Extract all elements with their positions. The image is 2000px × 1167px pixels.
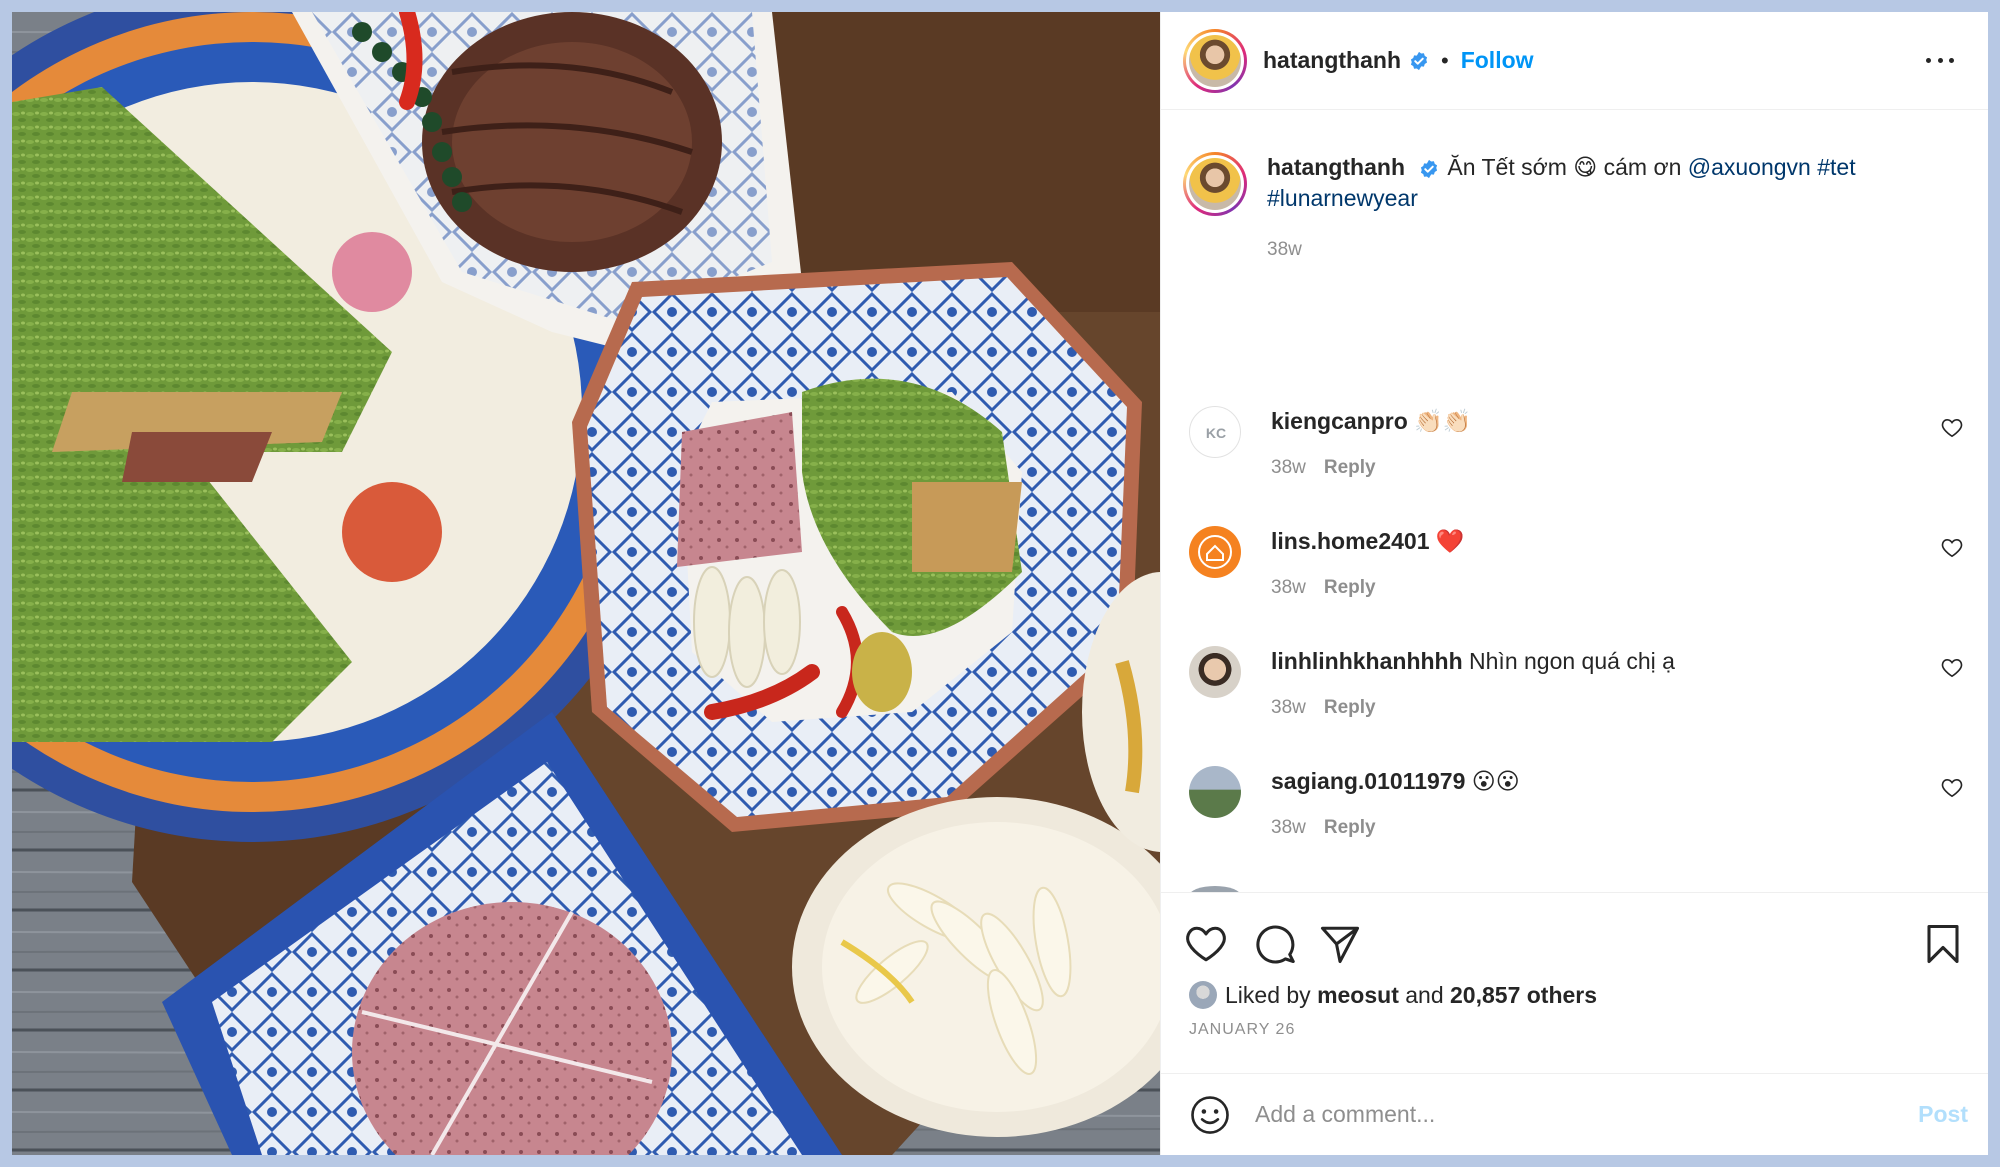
hashtag-link-lunarnewyear[interactable]: #lunarnewyear: [1267, 185, 1418, 211]
post-frame: hatangthanh • Follow hatangthanh Ăn Tết …: [12, 12, 1988, 1155]
caption-text-block: hatangthanh Ăn Tết sớm 😋 cám ơn @axuongv…: [1267, 152, 1947, 265]
commenter-avatar[interactable]: KC: [1189, 406, 1241, 458]
like-heart-icon[interactable]: [1185, 923, 1227, 965]
comment-text: 👏🏻👏🏻: [1414, 408, 1472, 434]
likes-prefix: Liked by: [1225, 981, 1311, 1008]
home-logo-icon: [1198, 535, 1232, 569]
caption-avatar[interactable]: [1183, 152, 1247, 216]
likes-count[interactable]: 20,857 others: [1450, 982, 1597, 1009]
caption-time: 38w: [1267, 239, 1302, 260]
post-header: hatangthanh • Follow: [1161, 12, 1988, 110]
author-username[interactable]: hatangthanh: [1263, 47, 1401, 74]
liker-avatar: [1189, 981, 1217, 1009]
post-comment-button[interactable]: Post: [1918, 1101, 1968, 1128]
caption-mention-link[interactable]: @axuongvn: [1688, 154, 1811, 180]
like-comment-heart-icon[interactable]: [1941, 538, 1963, 558]
caption-text-mid: cám ơn: [1597, 154, 1688, 180]
food-photo-illustration: [12, 12, 1160, 1155]
follow-button[interactable]: Follow: [1461, 47, 1534, 74]
comment-time: 38w: [1271, 817, 1306, 838]
verified-badge-icon: [1410, 51, 1428, 70]
comment-time: 38w: [1271, 577, 1306, 598]
post-caption: hatangthanh Ăn Tết sớm 😋 cám ơn @axuongv…: [1183, 152, 1963, 265]
comment-time: 38w: [1271, 457, 1306, 478]
reply-button[interactable]: Reply: [1324, 577, 1376, 598]
caption-emoji: 😋: [1573, 154, 1598, 180]
comment-text: 😮😮: [1471, 768, 1520, 794]
comment-item: sagiang.01011979 😮😮 38w Reply: [1183, 766, 1973, 876]
post-date: JANUARY 26: [1189, 1021, 1296, 1038]
like-comment-heart-icon[interactable]: [1941, 658, 1963, 678]
comment-username[interactable]: linhlinhkhanhhhh: [1271, 648, 1463, 674]
reply-button[interactable]: Reply: [1324, 697, 1376, 718]
verified-badge-icon: [1421, 159, 1438, 179]
comment-item: KC kiengcanpro 👏🏻👏🏻 38w Reply: [1183, 406, 1973, 516]
reply-button[interactable]: Reply: [1324, 817, 1376, 838]
comment-body: linhlinhkhanhhhh Nhìn ngon quá chị ạ 38w…: [1271, 646, 1891, 719]
commenter-avatar[interactable]: [1189, 766, 1241, 818]
likes-summary[interactable]: Liked by meosut and 20,857 others: [1189, 981, 1597, 1009]
comment-composer: Post: [1161, 1073, 1988, 1155]
emoji-smiley-icon[interactable]: [1189, 1094, 1231, 1136]
hashtag-link-tet[interactable]: #tet: [1817, 154, 1855, 180]
commenter-avatar[interactable]: [1189, 526, 1241, 578]
post-actions: Liked by meosut and 20,857 others JANUAR…: [1161, 892, 1988, 1042]
comment-item: linhlinhkhanhhhh Nhìn ngon quá chị ạ 38w…: [1183, 646, 1973, 756]
save-bookmark-icon[interactable]: [1922, 923, 1964, 965]
commenter-avatar[interactable]: [1189, 646, 1241, 698]
caption-avatar-image: [1189, 158, 1241, 210]
comment-time: 38w: [1271, 697, 1306, 718]
comment-username[interactable]: sagiang.01011979: [1271, 768, 1465, 794]
likes-conj: and: [1405, 981, 1444, 1008]
post-side-panel: hatangthanh • Follow hatangthanh Ăn Tết …: [1160, 12, 1988, 1155]
caption-username[interactable]: hatangthanh: [1267, 154, 1405, 180]
more-options-icon[interactable]: [1926, 50, 1954, 70]
kiengcan-logo-icon: KC: [1206, 425, 1226, 441]
comment-text: ❤️: [1435, 528, 1465, 554]
liker-username[interactable]: meosut: [1317, 982, 1399, 1009]
comment-item: lins.home2401 ❤️ 38w Reply: [1183, 526, 1973, 636]
comment-text: Nhìn ngon quá chị ạ: [1469, 648, 1675, 674]
like-comment-heart-icon[interactable]: [1941, 418, 1963, 438]
share-paper-plane-icon[interactable]: [1319, 923, 1361, 965]
author-avatar[interactable]: [1183, 28, 1247, 93]
author-avatar-image: [1189, 34, 1241, 87]
comment-username[interactable]: lins.home2401: [1271, 528, 1430, 554]
comment-body: sagiang.01011979 😮😮 38w Reply: [1271, 766, 1891, 839]
add-comment-input[interactable]: [1255, 1094, 1895, 1135]
caption-text: Ăn Tết sớm: [1447, 154, 1574, 180]
like-comment-heart-icon[interactable]: [1941, 778, 1963, 798]
svg-text:KC: KC: [1206, 425, 1226, 441]
comment-body: lins.home2401 ❤️ 38w Reply: [1271, 526, 1891, 599]
comment-body: kiengcanpro 👏🏻👏🏻 38w Reply: [1271, 406, 1891, 479]
comment-bubble-icon[interactable]: [1253, 923, 1295, 965]
post-photo[interactable]: [12, 12, 1160, 1155]
reply-button[interactable]: Reply: [1324, 457, 1376, 478]
comment-username[interactable]: kiengcanpro: [1271, 408, 1408, 434]
comments-list[interactable]: hatangthanh Ăn Tết sớm 😋 cám ơn @axuongv…: [1161, 110, 1988, 892]
separator-dot: •: [1441, 47, 1449, 73]
